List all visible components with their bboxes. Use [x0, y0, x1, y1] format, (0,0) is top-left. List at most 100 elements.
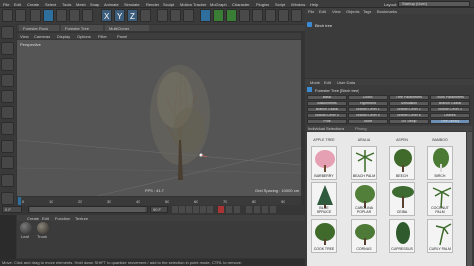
tab-branch-level-6[interactable]: Branch Level 6: [389, 113, 429, 118]
edges-mode-button[interactable]: [1, 106, 14, 119]
viewport-menu-filter[interactable]: Filter: [98, 34, 107, 39]
redo-button[interactable]: [15, 9, 26, 22]
viewport-menu-view[interactable]: View: [20, 34, 29, 39]
model-mode-button[interactable]: [1, 42, 14, 55]
coordinate-system-button[interactable]: [140, 9, 151, 22]
obj-menu-edit[interactable]: Edit: [319, 9, 326, 14]
tree-thumb-aralia[interactable]: ARALIA: [351, 134, 377, 146]
polygons-mode-button[interactable]: [1, 122, 14, 135]
play-reverse-button[interactable]: [186, 206, 192, 213]
live-selection-button[interactable]: [30, 9, 41, 22]
subdivision-button[interactable]: [226, 9, 237, 22]
tree-thumb-blue-spruce[interactable]: BLUE SPRUCE: [311, 182, 337, 216]
rotate-tool-button[interactable]: [69, 9, 80, 22]
tab-forester-tree[interactable]: Forester Tree: [61, 25, 103, 31]
menu-plugins[interactable]: Plugins: [256, 2, 269, 7]
tree-thumb-beech[interactable]: BEECH: [389, 146, 415, 180]
recent-tool-button[interactable]: [82, 9, 93, 22]
x-axis-lock-button[interactable]: X: [101, 9, 112, 22]
tab-hyperbind[interactable]: Hyperbind: [348, 101, 388, 106]
end-frame-field[interactable]: 90 F: [150, 206, 168, 213]
position-key-button[interactable]: [246, 206, 252, 213]
menu-snap[interactable]: Snap: [90, 2, 99, 7]
snap-button[interactable]: [1, 174, 14, 187]
rotation-key-button[interactable]: [254, 206, 260, 213]
tree-thumb-aspen[interactable]: ASPEN: [389, 134, 415, 146]
tab-branch-level-5[interactable]: Branch Level 5: [348, 113, 388, 118]
tab-branch-level-3[interactable]: Branch Level 3: [430, 107, 470, 112]
autokey-button[interactable]: [226, 206, 232, 213]
tab-branch-global-2[interactable]: Branch Global: [307, 107, 347, 112]
menu-motion-tracker[interactable]: Motion Tracker: [180, 2, 206, 7]
tab-branch-level-1[interactable]: Branch Level 1: [348, 107, 388, 112]
tree-thumb-apple-tree[interactable]: APPLE TREE: [311, 134, 337, 146]
tab-leaves[interactable]: Leaves: [430, 113, 470, 118]
menu-create[interactable]: Create: [27, 2, 39, 7]
render-picture-viewer-button[interactable]: [170, 9, 181, 22]
light-button[interactable]: [291, 9, 302, 22]
menu-simulate[interactable]: Simulate: [124, 2, 140, 7]
tree-thumb-beach-palm[interactable]: BEACH PALM: [351, 146, 377, 180]
undo-button[interactable]: [2, 9, 13, 22]
deformer-button[interactable]: [252, 9, 263, 22]
material-slot-leaf[interactable]: Leaf: [19, 222, 33, 239]
tab-uv-setup[interactable]: UV Setup: [389, 119, 429, 124]
tree-thumb-barberry[interactable]: BARBERRY: [311, 146, 337, 180]
tab-basic[interactable]: Basic: [307, 95, 347, 100]
tree-thumb-birch[interactable]: BIRCH: [427, 146, 453, 180]
tree-thumb-cupressus[interactable]: CUPRESSUS: [389, 219, 415, 253]
tree-thumb-cornus[interactable]: CORNUS: [351, 219, 377, 253]
menu-character[interactable]: Character: [232, 2, 250, 7]
play-button[interactable]: [193, 206, 199, 213]
points-mode-button[interactable]: [1, 90, 14, 103]
viewport-menu-options[interactable]: Options: [77, 34, 91, 39]
go-to-end-button[interactable]: [207, 206, 213, 213]
attr-menu-user-data[interactable]: User Data: [337, 80, 355, 85]
scale-tool-button[interactable]: [56, 9, 67, 22]
cube-button[interactable]: [200, 9, 211, 22]
obj-menu-tags[interactable]: Tags: [363, 9, 371, 14]
render-settings-button[interactable]: [183, 9, 194, 22]
object-row-birch-tree[interactable]: Birch tree: [307, 22, 437, 28]
menu-edit[interactable]: Edit: [14, 2, 21, 7]
viewport-menu-panel[interactable]: Panel: [117, 34, 127, 39]
tree-library-scrollbar[interactable]: [467, 132, 472, 266]
tab-branch-level-4[interactable]: Branch Level 4: [307, 113, 347, 118]
menu-tools[interactable]: Tools: [62, 2, 71, 7]
menu-mesh[interactable]: Mesh: [76, 2, 86, 7]
obj-menu-file[interactable]: File: [308, 9, 314, 14]
layout-select[interactable]: Startup (User): [398, 1, 470, 7]
parameter-key-button[interactable]: [270, 206, 276, 213]
menu-file[interactable]: File: [3, 2, 9, 7]
make-editable-button[interactable]: [1, 26, 14, 39]
floor-button[interactable]: [265, 9, 276, 22]
tweak-mode-button[interactable]: [1, 156, 14, 169]
mat-menu-texture[interactable]: Texture: [75, 216, 88, 221]
menu-script[interactable]: Script: [275, 2, 285, 7]
mat-menu-edit[interactable]: Edit: [42, 216, 49, 221]
mat-menu-function[interactable]: Function: [55, 216, 70, 221]
tree-thumb-ceiba[interactable]: CEIBA: [389, 182, 415, 216]
axis-mode-button[interactable]: [1, 140, 14, 153]
menu-animate[interactable]: Animate: [104, 2, 119, 7]
workplane-mode-button[interactable]: [1, 74, 14, 87]
attr-menu-edit[interactable]: Edit: [324, 80, 331, 85]
tree-thumb-carolina-poplar[interactable]: CAROLINA POPLAR: [351, 182, 377, 216]
tab-tree-parameters[interactable]: Tree Parameters: [389, 95, 429, 100]
menu-help[interactable]: Help: [310, 2, 318, 7]
move-tool-button[interactable]: [43, 9, 54, 22]
mat-menu-create[interactable]: Create: [27, 216, 39, 221]
tab-branch-level-2[interactable]: Branch Level 2: [389, 107, 429, 112]
viewport-menu-display[interactable]: Display: [57, 34, 70, 39]
camera-button[interactable]: [278, 9, 289, 22]
y-axis-lock-button[interactable]: Y: [114, 9, 125, 22]
tab-fruit[interactable]: Fruit: [307, 119, 347, 124]
playhead[interactable]: [18, 197, 21, 205]
tab-trunk-parameters[interactable]: Trunk Parameters: [430, 95, 470, 100]
tab-tree-library[interactable]: Tree Library: [430, 119, 470, 124]
obj-menu-bookmarks[interactable]: Bookmarks: [377, 9, 397, 14]
tree-thumb-cook-tree[interactable]: COOK TREE: [311, 219, 337, 253]
start-frame-field[interactable]: 0 F: [2, 206, 22, 213]
menu-sculpt[interactable]: Sculpt: [163, 2, 174, 7]
viewport-menu-cameras[interactable]: Cameras: [34, 34, 50, 39]
